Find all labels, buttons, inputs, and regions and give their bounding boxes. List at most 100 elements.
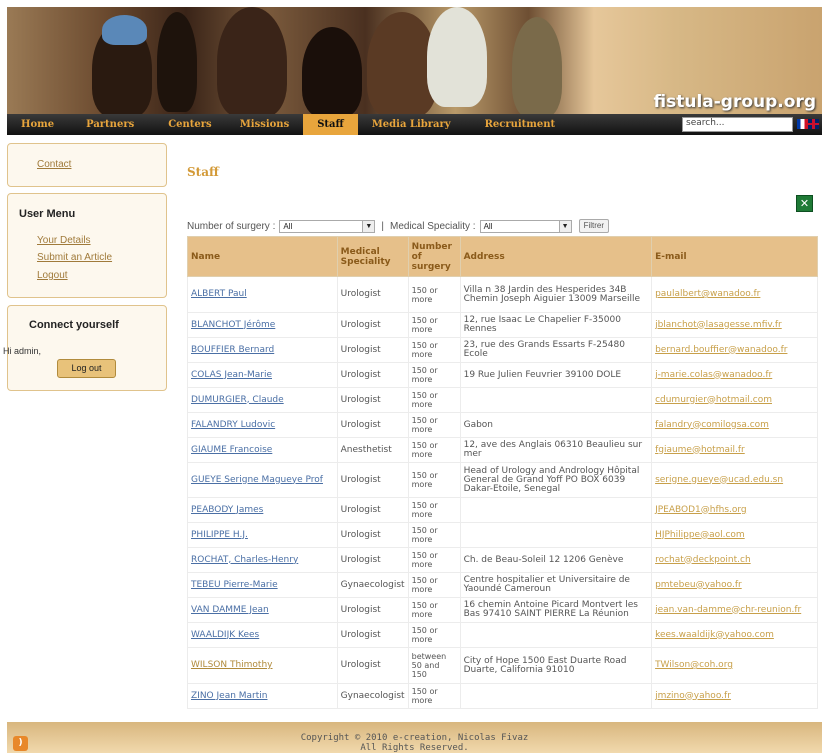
address-cell: Gabon: [459, 412, 653, 438]
column-header-surgery[interactable]: Number of surgery: [407, 236, 461, 277]
staff-name-cell-link[interactable]: WAALDIJK Kees: [191, 630, 259, 640]
column-header-address[interactable]: Address: [459, 236, 653, 277]
address-cell: 12, rue Isaac Le Chapelier F-35000 Renne…: [459, 312, 653, 338]
excel-export-icon[interactable]: ✕: [796, 195, 813, 212]
search-input[interactable]: search...: [682, 117, 793, 132]
email-cell: cdumurgier@hotmail.com: [651, 387, 818, 413]
address-cell: [459, 387, 653, 413]
email-cell: jmzino@yahoo.fr: [651, 683, 818, 709]
staff-name-cell-link[interactable]: BOUFFIER Bernard: [191, 345, 274, 355]
surgery-count-cell: 150 or more: [407, 337, 461, 363]
filter-button[interactable]: Filtrer: [578, 219, 610, 233]
site-title: fistula-group.org: [653, 92, 817, 112]
email-cell: HJPhilippe@aol.com: [651, 522, 818, 548]
surgery-count-cell: 150 or more: [407, 276, 461, 313]
language-flags: [797, 119, 819, 129]
your-details-link[interactable]: Your Details: [37, 235, 91, 246]
staff-name-cell: GUEYE Serigne Magueye Prof: [187, 462, 338, 498]
logout-link[interactable]: Logout: [37, 270, 68, 281]
nav-staff[interactable]: Staff: [303, 114, 358, 135]
email-cell-link[interactable]: pmtebeu@yahoo.fr: [655, 580, 742, 590]
staff-name-cell-link[interactable]: GUEYE Serigne Magueye Prof: [191, 475, 323, 485]
surgery-count-cell: 150 or more: [407, 683, 461, 709]
staff-name-cell-link[interactable]: COLAS Jean-Marie: [191, 370, 272, 380]
speciality-cell: Urologist: [336, 387, 409, 413]
staff-name-cell-link[interactable]: ROCHAT, Charles-Henry: [191, 555, 298, 565]
nav-recruitment[interactable]: Recruitment: [465, 114, 570, 135]
staff-name-cell-link[interactable]: WILSON Thimothy: [191, 660, 273, 670]
surgery-count-cell: 150 or more: [407, 572, 461, 598]
nav-media-library[interactable]: Media Library: [358, 114, 465, 135]
surgery-select[interactable]: All ▼: [279, 219, 376, 233]
staff-name-cell: COLAS Jean-Marie: [187, 362, 338, 388]
email-cell-link[interactable]: cdumurgier@hotmail.com: [655, 395, 772, 405]
connect-title: Connect yourself: [29, 319, 119, 331]
email-cell-link[interactable]: jblanchot@lasagesse.mfiv.fr: [655, 320, 782, 330]
column-header-speciality[interactable]: Medical Speciality: [336, 236, 409, 277]
email-cell-link[interactable]: j-marie.colas@wanadoo.fr: [655, 370, 772, 380]
email-cell-link[interactable]: bernard.bouffier@wanadoo.fr: [655, 345, 787, 355]
email-cell: fgiaume@hotmail.fr: [651, 437, 818, 463]
surgery-count-cell: 150 or more: [407, 462, 461, 498]
staff-name-cell-link[interactable]: ZINO Jean Martin: [191, 691, 267, 701]
surgery-count-cell: 150 or more: [407, 312, 461, 338]
staff-name-cell-link[interactable]: PEABODY James: [191, 505, 263, 515]
column-header-name[interactable]: Name: [187, 236, 338, 277]
staff-name-cell-link[interactable]: ALBERT Paul: [191, 289, 247, 299]
speciality-cell: Urologist: [336, 597, 409, 623]
connect-box: Connect yourself Hi admin, Log out: [3, 305, 167, 391]
surgery-count-cell: 150 or more: [407, 597, 461, 623]
staff-name-cell-link[interactable]: GIAUME Francoise: [191, 445, 272, 455]
table-row: BOUFFIER Bernard Urologist 150 or more 23, …: [187, 337, 818, 363]
staff-name-cell-link[interactable]: VAN DAMME Jean: [191, 605, 269, 615]
english-flag-icon[interactable]: [808, 119, 819, 129]
nav-partners[interactable]: Partners: [68, 114, 148, 135]
email-cell-link[interactable]: jean.van-damme@chr-reunion.fr: [655, 605, 801, 615]
staff-name-cell-link[interactable]: PHILIPPE H.J.: [191, 530, 248, 540]
staff-name-cell: WILSON Thimothy: [187, 647, 338, 684]
staff-name-cell-link[interactable]: FALANDRY Ludovic: [191, 420, 275, 430]
column-header-email[interactable]: E-mail: [651, 236, 818, 277]
staff-name-cell-link[interactable]: DUMURGIER, Claude: [191, 395, 284, 405]
speciality-cell: Urologist: [336, 337, 409, 363]
speciality-cell: Urologist: [336, 522, 409, 548]
nav-missions[interactable]: Missions: [226, 114, 304, 135]
nav-centers[interactable]: Centers: [148, 114, 225, 135]
staff-name-cell-link[interactable]: BLANCHOT Jérôme: [191, 320, 275, 330]
staff-name-cell-link[interactable]: TEBEU Pierre-Marie: [191, 580, 278, 590]
email-cell-link[interactable]: falandry@comilogsa.com: [655, 420, 769, 430]
speciality-select[interactable]: All ▼: [479, 219, 572, 233]
surgery-count-cell: 150 or more: [407, 622, 461, 648]
speciality-cell: Urologist: [336, 362, 409, 388]
speciality-select-value: All: [483, 221, 493, 231]
table-row: GIAUME Francoise Anesthetist 150 or more 12…: [187, 437, 818, 463]
email-cell-link[interactable]: kees.waaldijk@yahoo.com: [655, 630, 774, 640]
table-row: DUMURGIER, Claude Urologist 150 or more cdu…: [187, 387, 818, 413]
filter-surgery-label: Number of surgery :: [187, 220, 276, 232]
email-cell: paulalbert@wanadoo.fr: [651, 276, 818, 313]
email-cell-link[interactable]: TWilson@coh.org: [655, 660, 733, 670]
table-row: PEABODY James Urologist 150 or more JPEABOD…: [187, 497, 818, 523]
contact-link[interactable]: Contact: [37, 159, 71, 170]
speciality-cell: Urologist: [336, 312, 409, 338]
email-cell-link[interactable]: serigne.gueye@ucad.edu.sn: [655, 475, 783, 485]
french-flag-icon[interactable]: [797, 119, 808, 129]
email-cell-link[interactable]: fgiaume@hotmail.fr: [655, 445, 745, 455]
greeting-text: Hi admin,: [3, 346, 42, 356]
email-cell-link[interactable]: jmzino@yahoo.fr: [655, 691, 731, 701]
email-cell-link[interactable]: HJPhilippe@aol.com: [655, 530, 745, 540]
nav-home[interactable]: Home: [7, 114, 68, 135]
filter-bar: Number of surgery : All ▼ | Medical Spec…: [187, 219, 610, 233]
email-cell-link[interactable]: rochat@deckpoint.ch: [655, 555, 751, 565]
footer: ) Copyright © 2010 e-creation, Nicolas F…: [7, 722, 822, 753]
email-cell-link[interactable]: JPEABOD1@hfhs.org: [655, 505, 747, 515]
surgery-count-cell: 150 or more: [407, 412, 461, 438]
chevron-down-icon: ▼: [362, 220, 375, 232]
logout-button[interactable]: Log out: [57, 359, 116, 378]
submit-article-link[interactable]: Submit an Article: [37, 252, 112, 263]
staff-name-cell: BOUFFIER Bernard: [187, 337, 338, 363]
email-cell-link[interactable]: paulalbert@wanadoo.fr: [655, 289, 760, 299]
table-row: WILSON Thimothy Urologist between 50 and 1…: [187, 647, 818, 684]
speciality-cell: Urologist: [336, 547, 409, 573]
email-cell: jean.van-damme@chr-reunion.fr: [651, 597, 818, 623]
